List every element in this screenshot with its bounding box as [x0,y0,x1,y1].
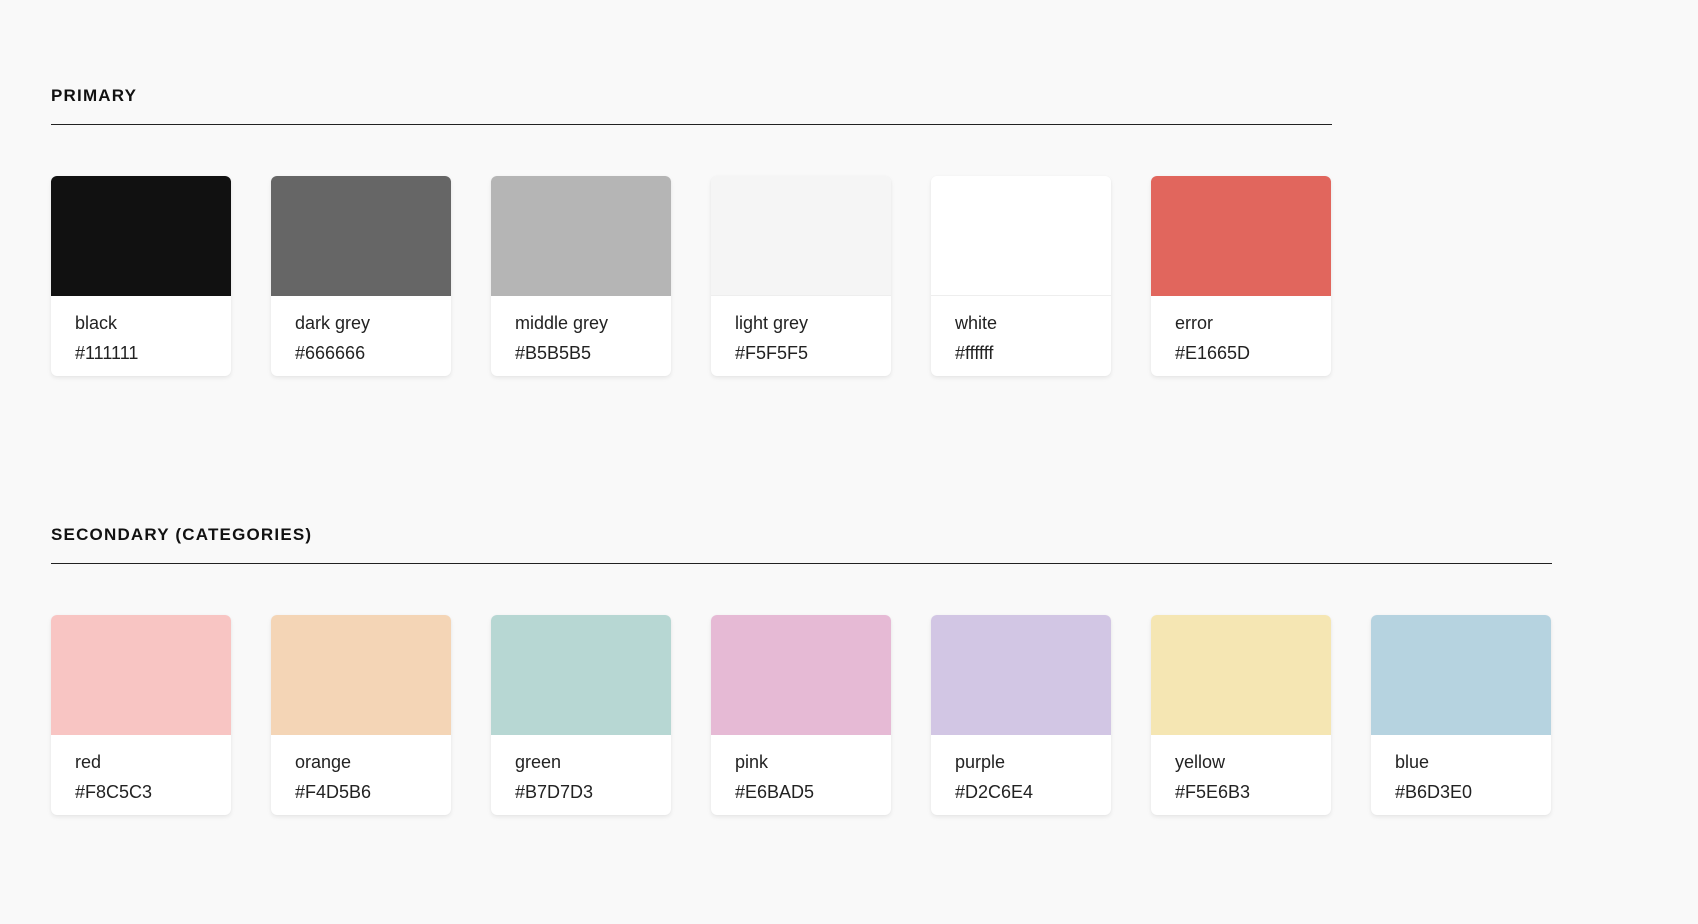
swatch-info: orange #F4D5B6 [271,735,451,803]
swatch-color-preview [931,615,1111,735]
swatch-card-orange: orange #F4D5B6 [271,615,451,815]
swatch-hex-code: #F8C5C3 [75,782,153,802]
swatch-name: orange [295,752,352,772]
swatch-card-purple: purple #D2C6E4 [931,615,1111,815]
swatch-color-preview [271,176,451,296]
swatch-card-middle-grey: middle grey #B5B5B5 [491,176,671,376]
swatch-hex-code: #D2C6E4 [955,782,1034,802]
swatch-info: blue #B6D3E0 [1371,735,1551,803]
swatch-color-preview [491,176,671,296]
swatch-card-blue: blue #B6D3E0 [1371,615,1551,815]
swatch-name: light grey [735,313,809,333]
swatch-hex-code: #ffffff [955,343,994,363]
swatch-card-error: error #E1665D [1151,176,1331,376]
swatch-info: purple #D2C6E4 [931,735,1111,803]
swatch-color-preview [931,176,1111,296]
swatch-color-preview [51,176,231,296]
secondary-swatch-row: red #F8C5C3 orange #F4D5B6 green #B7D7D3 pink #… [51,615,1552,815]
swatch-info: white #ffffff [931,296,1111,364]
swatch-card-red: red #F8C5C3 [51,615,231,815]
swatch-name: black [75,313,118,333]
swatch-name: purple [955,752,1006,772]
swatch-info: dark grey #666666 [271,296,451,364]
swatch-color-preview [1151,176,1331,296]
swatch-color-preview [271,615,451,735]
swatch-name: red [75,752,102,772]
swatch-name: middle grey [515,313,609,333]
swatch-info: yellow #F5E6B3 [1151,735,1331,803]
swatch-name: pink [735,752,769,772]
swatch-color-preview [711,176,891,296]
swatch-hex-code: #F5E6B3 [1175,782,1251,802]
swatch-card-black: black #111111 [51,176,231,376]
swatch-color-preview [491,615,671,735]
swatch-info: light grey #F5F5F5 [711,296,891,364]
swatch-info: black #111111 [51,296,231,364]
swatch-name: blue [1395,752,1430,772]
swatch-color-preview [711,615,891,735]
section-divider [51,124,1332,125]
swatch-hex-code: #E1665D [1175,343,1251,363]
swatch-card-pink: pink #E6BAD5 [711,615,891,815]
swatch-info: red #F8C5C3 [51,735,231,803]
swatch-color-preview [1371,615,1551,735]
swatch-card-light-grey: light grey #F5F5F5 [711,176,891,376]
swatch-hex-code: #666666 [295,343,366,363]
swatch-info: error #E1665D [1151,296,1331,364]
swatch-hex-code: #B5B5B5 [515,343,592,363]
swatch-card-dark-grey: dark grey #666666 [271,176,451,376]
swatch-info: green #B7D7D3 [491,735,671,803]
swatch-card-green: green #B7D7D3 [491,615,671,815]
color-palette-page: PRIMARY black #111111 dark grey #666666 midd… [0,0,1698,924]
primary-section: PRIMARY black #111111 dark grey #666666 midd… [51,84,1332,376]
swatch-hex-code: #B6D3E0 [1395,782,1473,802]
swatch-color-preview [1151,615,1331,735]
swatch-color-preview [51,615,231,735]
secondary-section: SECONDARY (CATEGORIES) red #F8C5C3 orange #… [51,523,1552,815]
swatch-hex-code: #E6BAD5 [735,782,815,802]
swatch-hex-code: #B7D7D3 [515,782,594,802]
swatch-info: middle grey #B5B5B5 [491,296,671,364]
swatch-hex-code: #F4D5B6 [295,782,372,802]
section-divider [51,563,1552,564]
swatch-card-white: white #ffffff [931,176,1111,376]
swatch-name: yellow [1175,752,1226,772]
section-title-primary: PRIMARY [51,86,138,105]
section-title-secondary: SECONDARY (CATEGORIES) [51,525,313,544]
swatch-name: dark grey [295,313,371,333]
swatch-name: green [515,752,562,772]
swatch-hex-code: #F5F5F5 [735,343,809,363]
swatch-name: error [1175,313,1214,333]
swatch-name: white [955,313,998,333]
swatch-hex-code: #111111 [75,343,139,363]
swatch-card-yellow: yellow #F5E6B3 [1151,615,1331,815]
primary-swatch-row: black #111111 dark grey #666666 middle grey #… [51,176,1332,376]
swatch-info: pink #E6BAD5 [711,735,891,803]
